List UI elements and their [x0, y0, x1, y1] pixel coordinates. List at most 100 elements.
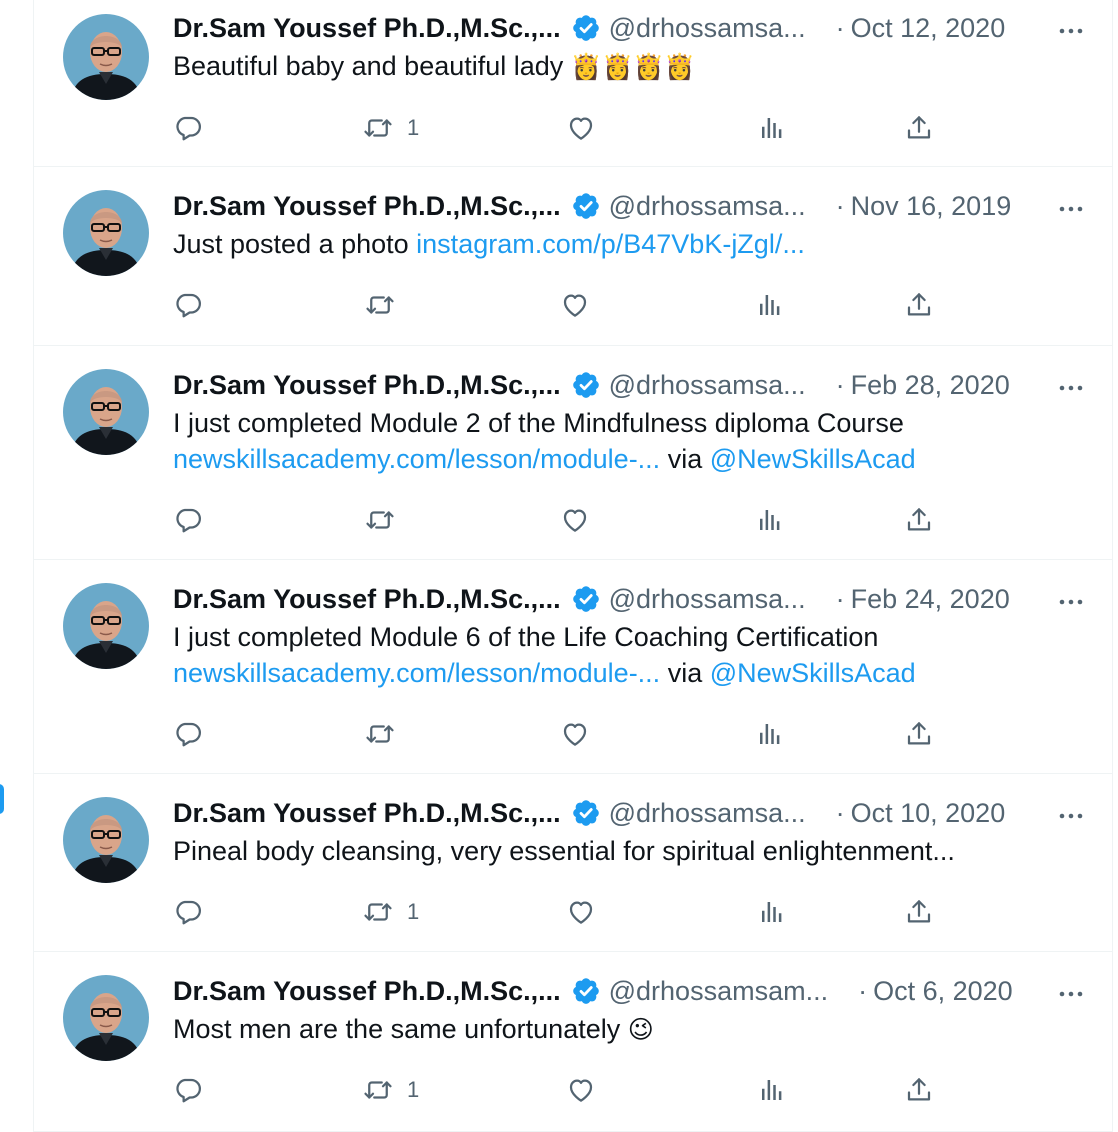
- views-button[interactable]: [757, 1070, 787, 1110]
- tweet-link[interactable]: instagram.com/p/B47VbK-jZgl/...: [416, 229, 805, 259]
- retweet-button[interactable]: 1: [363, 1070, 419, 1110]
- tweet-content: Dr.Sam Youssef Ph.D.,M.Sc.,... @drhossam…: [173, 579, 1086, 691]
- tweet-content: Dr.Sam Youssef Ph.D.,M.Sc.,... @drhossam…: [173, 186, 1086, 262]
- avatar[interactable]: [63, 190, 149, 276]
- more-options-icon[interactable]: [1056, 797, 1086, 827]
- reply-button[interactable]: [173, 285, 203, 325]
- author-name[interactable]: Dr.Sam Youssef Ph.D.,M.Sc.,...: [173, 13, 561, 44]
- author-handle[interactable]: @drhossamsa...: [609, 191, 806, 222]
- share-button[interactable]: [904, 714, 934, 754]
- author-handle[interactable]: @drhossamsa...: [609, 370, 806, 401]
- avatar[interactable]: [63, 369, 149, 455]
- views-button[interactable]: [755, 285, 785, 325]
- share-icon: [904, 1075, 934, 1105]
- views-icon: [757, 113, 787, 143]
- like-button[interactable]: [566, 1070, 596, 1110]
- author-handle[interactable]: @drhossamsam...: [609, 976, 828, 1007]
- separator-dot: ·: [835, 797, 845, 828]
- more-options-icon[interactable]: [1056, 12, 1086, 42]
- author-handle[interactable]: @drhossamsa...: [609, 798, 806, 829]
- tweet-mention[interactable]: @NewSkillsAcad: [710, 658, 916, 688]
- reply-button[interactable]: [173, 1070, 203, 1110]
- like-button[interactable]: [566, 892, 596, 932]
- reply-button[interactable]: [173, 108, 203, 148]
- tweet-date[interactable]: Oct 6, 2020: [873, 976, 1013, 1007]
- tweet-date[interactable]: Nov 16, 2019: [851, 191, 1012, 222]
- retweet-icon: [363, 897, 393, 927]
- avatar[interactable]: [63, 975, 149, 1061]
- share-button[interactable]: [904, 285, 934, 325]
- tweet[interactable]: Dr.Sam Youssef Ph.D.,M.Sc.,... @drhossam…: [34, 346, 1112, 560]
- tweet[interactable]: Dr.Sam Youssef Ph.D.,M.Sc.,... @drhossam…: [34, 952, 1112, 1132]
- tweet-mention[interactable]: @NewSkillsAcad: [710, 444, 916, 474]
- tweet-header: Dr.Sam Youssef Ph.D.,M.Sc.,... @drhossam…: [173, 793, 1086, 833]
- author-handle[interactable]: @drhossamsa...: [609, 584, 806, 615]
- more-options-icon[interactable]: [1056, 190, 1086, 220]
- like-button[interactable]: [566, 108, 596, 148]
- tweet-text-content: Pineal body cleansing, very essential fo…: [173, 836, 955, 866]
- retweet-count: 1: [407, 899, 420, 924]
- views-button[interactable]: [757, 892, 787, 932]
- verified-badge-icon: [561, 370, 609, 400]
- author-name[interactable]: Dr.Sam Youssef Ph.D.,M.Sc.,...: [173, 798, 561, 829]
- retweet-button[interactable]: [365, 714, 395, 754]
- reply-button[interactable]: [173, 500, 203, 540]
- tweet-date[interactable]: Feb 28, 2020: [851, 370, 1010, 401]
- avatar[interactable]: [63, 583, 149, 669]
- avatar[interactable]: [63, 14, 149, 100]
- share-button[interactable]: [904, 500, 934, 540]
- retweet-button[interactable]: [365, 285, 395, 325]
- author-name[interactable]: Dr.Sam Youssef Ph.D.,M.Sc.,...: [173, 370, 561, 401]
- views-button[interactable]: [755, 500, 785, 540]
- tweet-content: Dr.Sam Youssef Ph.D.,M.Sc.,... @drhossam…: [173, 365, 1086, 477]
- tweet-date[interactable]: Oct 10, 2020: [851, 798, 1006, 829]
- share-button[interactable]: [904, 108, 934, 148]
- author-name[interactable]: Dr.Sam Youssef Ph.D.,M.Sc.,...: [173, 584, 561, 615]
- tweet[interactable]: Dr.Sam Youssef Ph.D.,M.Sc.,... @drhossam…: [34, 560, 1112, 774]
- tweet-date[interactable]: Oct 12, 2020: [851, 13, 1006, 44]
- like-button[interactable]: [560, 500, 590, 540]
- share-button[interactable]: [904, 1070, 934, 1110]
- tweet-text-content: I just completed Module 2 of the Mindful…: [173, 408, 904, 438]
- retweet-count: 1: [407, 1077, 420, 1102]
- author-name[interactable]: Dr.Sam Youssef Ph.D.,M.Sc.,...: [173, 191, 561, 222]
- author-handle[interactable]: @drhossamsa...: [609, 13, 806, 44]
- more-options-icon[interactable]: [1056, 975, 1086, 1005]
- tweet-content: Dr.Sam Youssef Ph.D.,M.Sc.,... @drhossam…: [173, 8, 1086, 85]
- views-button[interactable]: [757, 108, 787, 148]
- tweet-link[interactable]: newskillsacademy.com/lesson/module-...: [173, 658, 660, 688]
- reply-icon: [173, 1075, 203, 1105]
- more-options-icon[interactable]: [1056, 369, 1086, 399]
- via-text: via: [660, 658, 710, 688]
- tweet-text-content: Just posted a photo: [173, 229, 417, 259]
- tweet[interactable]: Dr.Sam Youssef Ph.D.,M.Sc.,... @drhossam…: [34, 167, 1112, 346]
- tweet-emoji: 😉: [627, 1016, 654, 1044]
- more-options-icon[interactable]: [1056, 583, 1086, 613]
- reply-button[interactable]: [173, 892, 203, 932]
- retweet-button[interactable]: 1: [363, 892, 419, 932]
- separator-dot: ·: [835, 190, 845, 221]
- reply-button[interactable]: [173, 714, 203, 754]
- retweet-count: 1: [407, 115, 420, 140]
- tweet-content: Dr.Sam Youssef Ph.D.,M.Sc.,... @drhossam…: [173, 793, 1086, 869]
- verified-badge-icon: [561, 13, 609, 43]
- author-name[interactable]: Dr.Sam Youssef Ph.D.,M.Sc.,...: [173, 976, 561, 1007]
- action-bar: 1: [173, 892, 943, 932]
- tweet-date[interactable]: Feb 24, 2020: [851, 584, 1010, 615]
- retweet-button[interactable]: 1: [363, 108, 419, 148]
- like-button[interactable]: [560, 714, 590, 754]
- like-icon: [566, 113, 596, 143]
- tweet[interactable]: Dr.Sam Youssef Ph.D.,M.Sc.,... @drhossam…: [34, 774, 1112, 952]
- share-button[interactable]: [904, 892, 934, 932]
- like-button[interactable]: [560, 285, 590, 325]
- retweet-button[interactable]: [365, 500, 395, 540]
- share-icon: [904, 290, 934, 320]
- avatar[interactable]: [63, 797, 149, 883]
- views-icon: [755, 719, 785, 749]
- tweet[interactable]: Dr.Sam Youssef Ph.D.,M.Sc.,... @drhossam…: [34, 0, 1112, 167]
- action-bar: 1: [173, 108, 943, 148]
- tweet-text-content: Beautiful baby and beautiful lady: [173, 51, 564, 81]
- tweet-link[interactable]: newskillsacademy.com/lesson/module-...: [173, 444, 660, 474]
- views-button[interactable]: [755, 714, 785, 754]
- views-icon: [755, 290, 785, 320]
